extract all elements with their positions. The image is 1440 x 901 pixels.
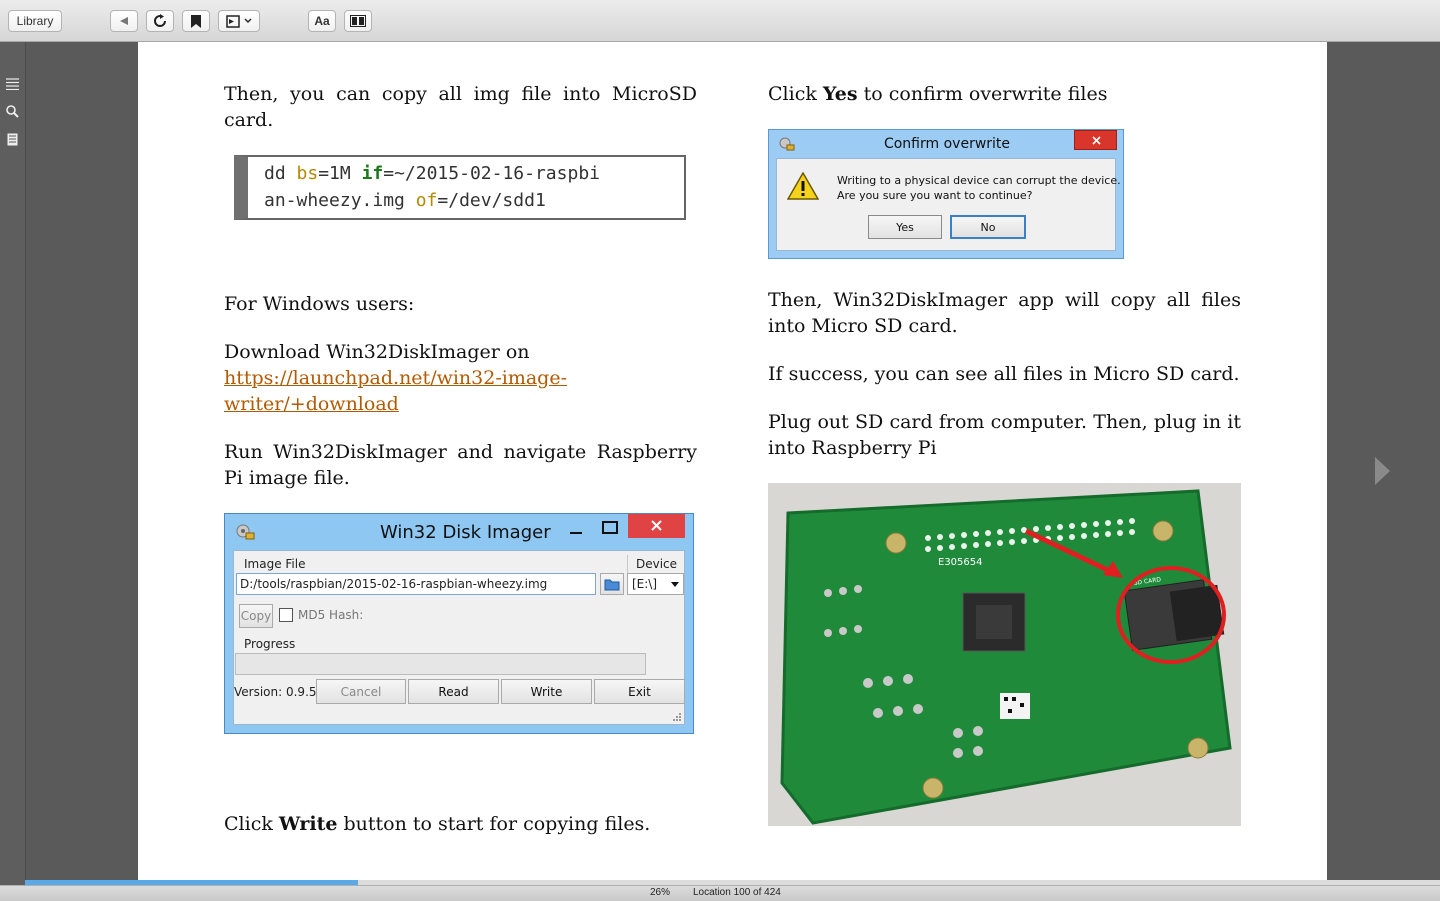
progress-label: Progress xyxy=(244,637,296,651)
paragraph-plug-in: Plug out SD card from computer. Then, pl… xyxy=(768,411,1241,459)
paragraph-success: If success, you can see all files in Mic… xyxy=(768,363,1240,385)
back-triangle-icon xyxy=(120,17,128,25)
imager-app-icon xyxy=(236,524,255,540)
close-icon xyxy=(651,520,662,531)
reader-toolbar: Library Aa xyxy=(0,0,1440,42)
font-settings-button[interactable]: Aa xyxy=(308,10,336,32)
minimize-button[interactable] xyxy=(567,521,585,539)
version-label: Version: 0.9.5 xyxy=(234,685,317,699)
browse-button[interactable] xyxy=(600,573,624,595)
write-button[interactable]: Write xyxy=(501,679,592,704)
next-page-icon[interactable] xyxy=(1372,455,1392,487)
dialog-body: Writing to a physical device can corrupt… xyxy=(776,158,1121,251)
library-button[interactable]: Library xyxy=(8,10,62,32)
copy-button[interactable]: Copy xyxy=(239,604,273,628)
board-marking: E305654 xyxy=(938,557,983,568)
confirm-overwrite-dialog: Confirm overwrite Writing to a physical … xyxy=(768,129,1124,259)
book-page: Then, you can copy all img file into Mic… xyxy=(138,42,1327,885)
maximize-icon xyxy=(602,521,618,534)
raspberry-pi-photo: E305654 SD CARD xyxy=(768,483,1241,826)
dialog-message-line1: Writing to a physical device can corrupt… xyxy=(837,174,1121,187)
code-block: dd bs=1M if=~/2015-02-16-raspbi an-wheez… xyxy=(234,155,686,220)
raspberry-pi-board-image: E305654 SD CARD xyxy=(768,483,1241,826)
read-button[interactable]: Read xyxy=(408,679,499,704)
back-button[interactable] xyxy=(110,10,138,32)
paragraph-run-imager: Run Win32DiskImager and navigate Raspber… xyxy=(224,441,697,489)
minimize-icon xyxy=(570,532,582,534)
sync-icon xyxy=(154,14,166,27)
paragraph-click-write: Click Write button to start for copying … xyxy=(224,813,651,835)
imager-body: Image File Device D:/tools/raspbian/2015… xyxy=(233,550,685,725)
paragraph-copy-img: Then, you can copy all img file into Mic… xyxy=(224,83,697,131)
win32-disk-imager-window: Win32 Disk Imager Image File Device D:/t… xyxy=(224,513,694,734)
paragraph-click-yes: Click Yes to confirm overwrite files xyxy=(768,83,1108,105)
warning-icon xyxy=(787,172,819,200)
goto-menu-button[interactable] xyxy=(218,10,260,32)
dropdown-arrow-icon xyxy=(671,582,679,587)
folder-icon xyxy=(604,579,620,591)
md5-checkbox[interactable] xyxy=(279,608,293,622)
resize-grip-icon[interactable] xyxy=(672,712,682,722)
notes-icon[interactable] xyxy=(5,132,20,147)
paragraph-download: Download Win32DiskImager on https://laun… xyxy=(224,341,568,415)
chevron-down-icon xyxy=(244,18,252,23)
imager-title: Win32 Disk Imager xyxy=(380,522,551,543)
paragraph-copy-files: Then, Win32DiskImager app will copy all … xyxy=(768,289,1241,337)
dialog-close-button[interactable] xyxy=(1074,130,1117,150)
download-link[interactable]: https://launchpad.net/win32-image-writer… xyxy=(224,367,567,415)
md5-label: MD5 Hash: xyxy=(298,608,364,622)
image-file-label: Image File xyxy=(244,557,306,571)
columns-icon xyxy=(350,15,366,27)
goto-icon xyxy=(226,14,240,28)
imager-progress-bar xyxy=(235,653,646,675)
paragraph-windows-users: For Windows users: xyxy=(224,293,415,315)
close-button[interactable] xyxy=(628,514,685,538)
maximize-button[interactable] xyxy=(601,519,619,537)
dialog-message-line2: Are you sure you want to continue? xyxy=(837,189,1033,202)
close-icon xyxy=(1092,136,1101,145)
dialog-title: Confirm overwrite xyxy=(883,136,1011,152)
bookmark-button[interactable] xyxy=(182,10,210,32)
bookmark-icon xyxy=(191,14,201,28)
location-indicator: Location 100 of 424 xyxy=(693,887,781,898)
status-bar: 26% Location 100 of 424 xyxy=(0,885,1440,901)
sync-button[interactable] xyxy=(146,10,174,32)
yes-button[interactable]: Yes xyxy=(868,215,942,239)
two-column-button[interactable] xyxy=(344,10,372,32)
percent-read: 26% xyxy=(650,887,671,898)
imager-title-bar: Win32 Disk Imager xyxy=(225,514,693,550)
table-of-contents-icon[interactable] xyxy=(5,76,20,91)
cancel-button[interactable]: Cancel xyxy=(316,679,406,704)
image-file-input[interactable]: D:/tools/raspbian/2015-02-16-raspbian-wh… xyxy=(236,573,596,595)
no-button[interactable]: No xyxy=(950,215,1026,239)
side-rail xyxy=(0,42,26,885)
device-select[interactable]: [E:\] xyxy=(627,573,684,595)
device-label: Device xyxy=(636,557,678,571)
exit-button[interactable]: Exit xyxy=(594,679,685,704)
search-icon[interactable] xyxy=(5,104,20,119)
